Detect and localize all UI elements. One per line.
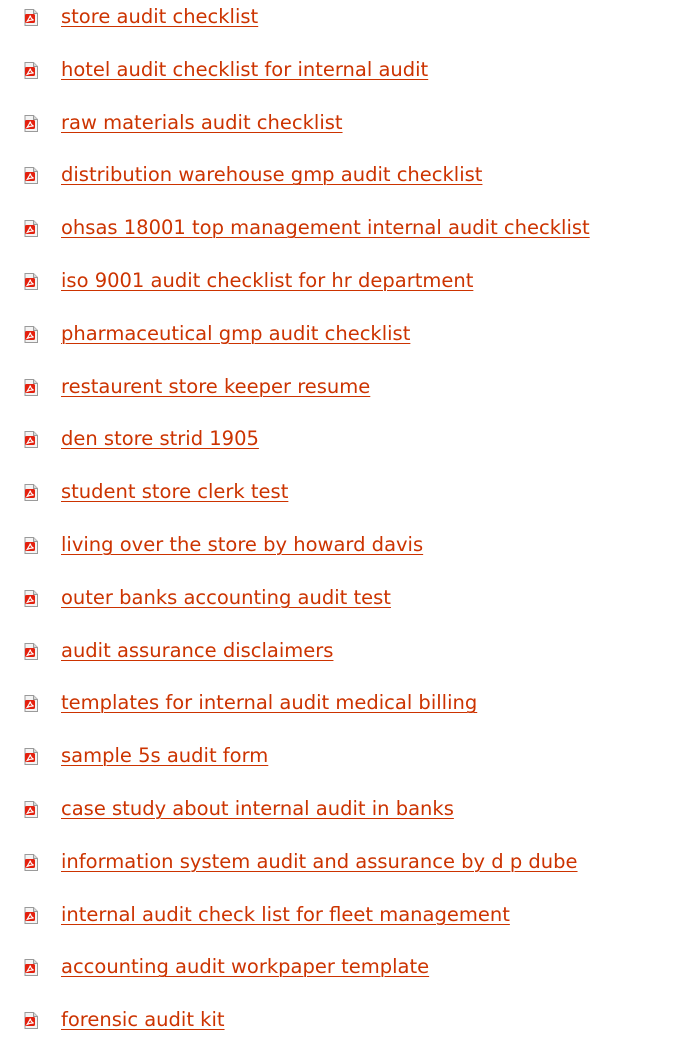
list-item: forensic audit kit	[0, 1003, 696, 1056]
document-link[interactable]: student store clerk test	[61, 479, 288, 505]
pdf-file-icon[interactable]	[24, 800, 38, 818]
pdf-file-icon[interactable]	[24, 220, 38, 238]
list-item: hotel audit checklist for internal audit	[0, 53, 696, 106]
document-link[interactable]: store audit checklist	[61, 4, 258, 30]
list-item: pharmaceutical gmp audit checklist	[0, 317, 696, 370]
document-link[interactable]: templates for internal audit medical bil…	[61, 690, 477, 716]
pdf-file-icon[interactable]	[24, 748, 38, 766]
pdf-file-icon[interactable]	[24, 642, 38, 660]
pdf-file-icon[interactable]	[24, 272, 38, 290]
pdf-file-icon[interactable]	[24, 325, 38, 343]
document-link[interactable]: sample 5s audit form	[61, 743, 268, 769]
pdf-file-icon[interactable]	[24, 959, 38, 977]
document-link[interactable]: audit assurance disclaimers	[61, 638, 333, 664]
list-item: den store strid 1905	[0, 422, 696, 475]
list-item: iso 9001 audit checklist for hr departme…	[0, 264, 696, 317]
list-item: sample 5s audit form	[0, 739, 696, 792]
document-link[interactable]: raw materials audit checklist	[61, 110, 343, 136]
pdf-file-icon[interactable]	[24, 536, 38, 554]
document-link[interactable]: living over the store by howard davis	[61, 532, 423, 558]
document-link[interactable]: hotel audit checklist for internal audit	[61, 57, 428, 83]
document-link[interactable]: internal audit check list for fleet mana…	[61, 902, 510, 928]
list-item: student store clerk test	[0, 475, 696, 528]
pdf-file-icon[interactable]	[24, 431, 38, 449]
document-link[interactable]: den store strid 1905	[61, 426, 259, 452]
pdf-file-icon[interactable]	[24, 167, 38, 185]
list-item: store audit checklist	[0, 0, 696, 53]
document-link-list: store audit checklist hotel audit checkl…	[0, 0, 696, 1056]
pdf-file-icon[interactable]	[24, 853, 38, 871]
list-item: restaurent store keeper resume	[0, 370, 696, 423]
list-item: living over the store by howard davis	[0, 528, 696, 581]
document-link[interactable]: ohsas 18001 top management internal audi…	[61, 215, 590, 241]
list-item: audit assurance disclaimers	[0, 634, 696, 687]
document-link[interactable]: iso 9001 audit checklist for hr departme…	[61, 268, 473, 294]
pdf-file-icon[interactable]	[24, 378, 38, 396]
list-item: case study about internal audit in banks	[0, 792, 696, 845]
pdf-file-icon[interactable]	[24, 9, 38, 26]
document-link[interactable]: distribution warehouse gmp audit checkli…	[61, 162, 482, 188]
list-item: outer banks accounting audit test	[0, 581, 696, 634]
list-item: accounting audit workpaper template	[0, 950, 696, 1003]
document-link[interactable]: accounting audit workpaper template	[61, 954, 429, 980]
pdf-file-icon[interactable]	[24, 906, 38, 924]
document-link[interactable]: information system audit and assurance b…	[61, 849, 578, 875]
list-item: ohsas 18001 top management internal audi…	[0, 211, 696, 264]
list-item: distribution warehouse gmp audit checkli…	[0, 158, 696, 211]
list-item: information system audit and assurance b…	[0, 845, 696, 898]
pdf-file-icon[interactable]	[24, 484, 38, 502]
document-link[interactable]: pharmaceutical gmp audit checklist	[61, 321, 410, 347]
document-link[interactable]: case study about internal audit in banks	[61, 796, 454, 822]
list-item: templates for internal audit medical bil…	[0, 686, 696, 739]
pdf-file-icon[interactable]	[24, 695, 38, 713]
document-link[interactable]: forensic audit kit	[61, 1007, 225, 1033]
document-link[interactable]: outer banks accounting audit test	[61, 585, 391, 611]
list-item: raw materials audit checklist	[0, 106, 696, 159]
pdf-file-icon[interactable]	[24, 114, 38, 132]
document-link[interactable]: restaurent store keeper resume	[61, 374, 370, 400]
pdf-file-icon[interactable]	[24, 61, 38, 79]
pdf-file-icon[interactable]	[24, 589, 38, 607]
list-item: internal audit check list for fleet mana…	[0, 898, 696, 951]
